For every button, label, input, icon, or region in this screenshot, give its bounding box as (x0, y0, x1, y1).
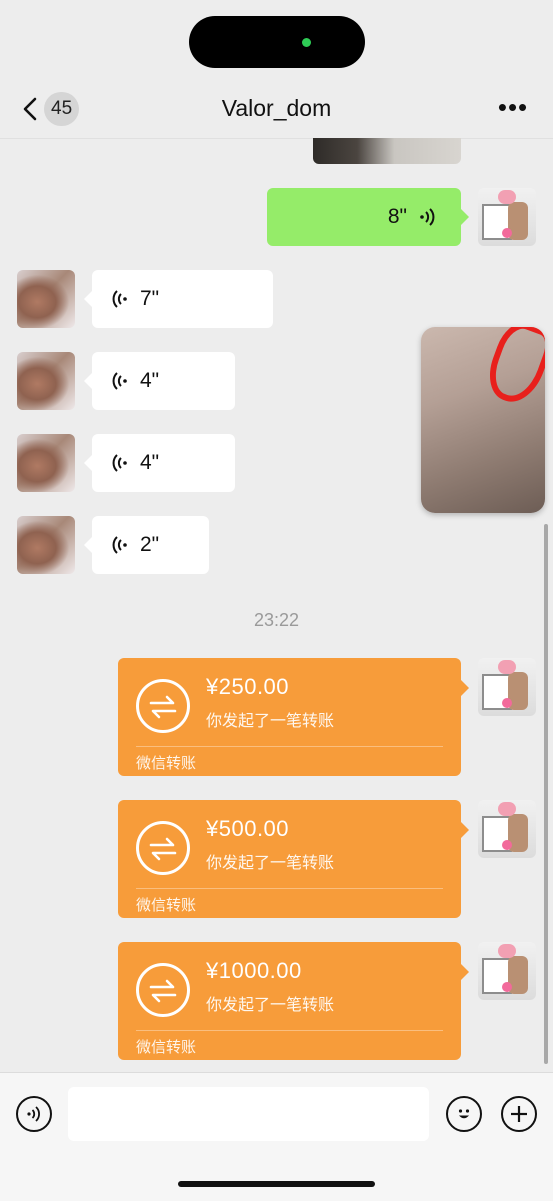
camera-indicator (302, 38, 311, 47)
contact-avatar[interactable] (17, 516, 75, 574)
voice-message-outgoing[interactable]: 8" (267, 188, 469, 246)
back-button[interactable]: 45 (18, 92, 88, 126)
transfer-footer: 微信转账 (136, 755, 197, 772)
emoji-button[interactable] (446, 1096, 482, 1132)
message-timestamp: 23:22 (253, 610, 300, 630)
transfer-description: 你发起了一笔转账 (206, 855, 335, 872)
voice-wave-icon (112, 372, 127, 390)
red-scribble-mark (480, 327, 545, 410)
transfer-amount: ¥250.00 (206, 674, 290, 699)
transfer-amount: ¥1000.00 (206, 958, 302, 983)
more-functions-button[interactable] (501, 1096, 537, 1132)
voice-duration: 7" (140, 287, 160, 310)
voice-message-incoming[interactable]: 7" (84, 270, 273, 328)
chat-header: 45 Valor_dom ••• (0, 78, 553, 139)
transfer-card[interactable]: ¥1000.00 你发起了一笔转账 微信转账 (118, 942, 469, 1060)
home-indicator[interactable] (178, 1181, 375, 1187)
chat-title: Valor_dom (221, 95, 332, 121)
self-avatar[interactable] (478, 658, 536, 716)
divider (136, 888, 443, 889)
voice-duration: 2" (140, 533, 160, 556)
transfer-footer: 微信转账 (136, 897, 197, 914)
transfer-arrows-icon (136, 679, 190, 733)
chevron-left-icon (23, 97, 37, 121)
transfer-description: 你发起了一笔转账 (206, 997, 335, 1014)
voice-mode-button[interactable] (16, 1096, 52, 1132)
voice-message-incoming[interactable]: 2" (84, 516, 209, 574)
emoji-icon (458, 1109, 470, 1119)
self-avatar[interactable] (478, 188, 536, 246)
transfer-card[interactable]: ¥250.00 你发起了一笔转账 微信转账 (118, 658, 469, 776)
transfer-arrows-icon (136, 963, 190, 1017)
image-message[interactable] (313, 138, 461, 164)
voice-wave-icon (112, 454, 127, 472)
voice-wave-icon (420, 208, 435, 226)
self-avatar[interactable] (478, 942, 536, 1000)
transfer-card[interactable]: ¥500.00 你发起了一笔转账 微信转账 (118, 800, 469, 918)
unread-count-badge: 45 (44, 92, 80, 126)
divider (136, 1030, 443, 1031)
scrollbar[interactable] (544, 524, 548, 1064)
more-options-icon[interactable]: ••• (495, 94, 531, 120)
voice-mode-icon (27, 1106, 40, 1122)
voice-wave-icon (112, 290, 127, 308)
voice-duration: 4" (140, 369, 160, 392)
voice-duration: 4" (140, 451, 160, 474)
contact-avatar[interactable] (17, 270, 75, 328)
divider (136, 746, 443, 747)
transfer-arrows-icon (136, 821, 190, 875)
voice-duration: 8" (387, 205, 407, 228)
message-input[interactable] (68, 1087, 429, 1141)
transfer-description: 你发起了一笔转账 (206, 713, 335, 730)
plus-icon (511, 1106, 527, 1122)
contact-avatar[interactable] (17, 352, 75, 410)
voice-wave-icon (112, 536, 127, 554)
transfer-amount: ¥500.00 (206, 816, 290, 841)
voice-message-incoming[interactable]: 4" (84, 352, 235, 410)
contact-avatar[interactable] (17, 434, 75, 492)
transfer-footer: 微信转账 (136, 1039, 197, 1056)
voice-message-incoming[interactable]: 4" (84, 434, 235, 492)
self-avatar[interactable] (478, 800, 536, 858)
floating-video-window[interactable] (421, 327, 545, 513)
dynamic-island (189, 16, 365, 68)
